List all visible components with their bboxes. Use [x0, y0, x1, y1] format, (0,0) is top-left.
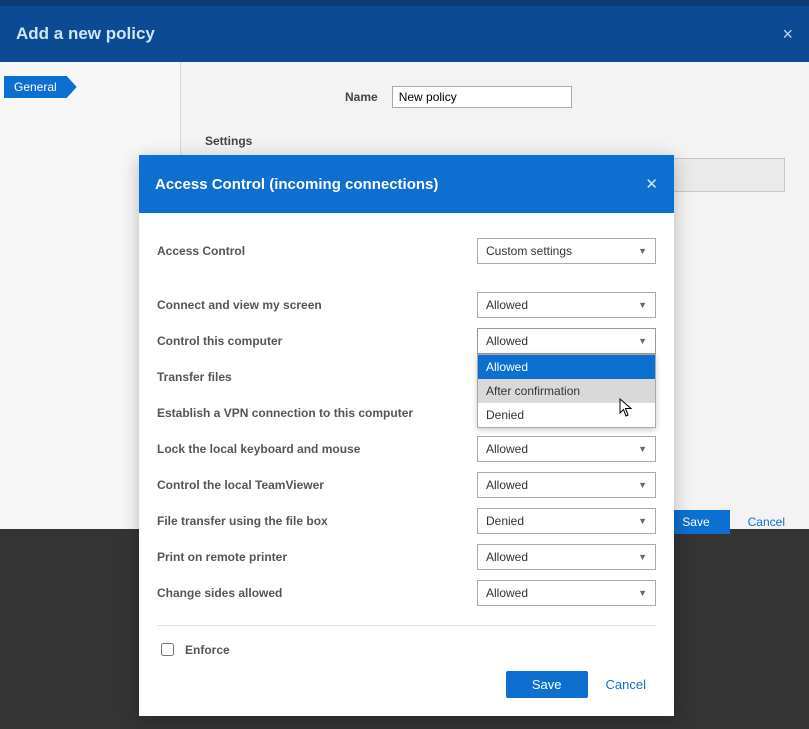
select-value: Custom settings: [486, 244, 572, 258]
modal-cancel-button[interactable]: Cancel: [596, 671, 656, 698]
chevron-down-icon: [638, 336, 647, 346]
chevron-down-icon: [638, 552, 647, 562]
chevron-down-icon: [638, 300, 647, 310]
enforce-label: Enforce: [185, 643, 230, 657]
outer-actions: Save Cancel: [662, 510, 795, 534]
select-control-tv[interactable]: Allowed: [477, 472, 656, 498]
label-print: Print on remote printer: [157, 550, 477, 564]
select-connect-view[interactable]: Allowed: [477, 292, 656, 318]
label-connect-view: Connect and view my screen: [157, 298, 477, 312]
access-control-modal: Access Control (incoming connections) ✕ …: [139, 155, 674, 716]
select-value: Allowed: [486, 550, 528, 564]
modal-title: Access Control (incoming connections): [155, 176, 438, 193]
label-transfer-files: Transfer files: [157, 370, 477, 384]
modal-footer: Save Cancel: [157, 671, 656, 702]
select-value: Allowed: [486, 334, 528, 348]
modal-header: Access Control (incoming connections) ✕: [139, 155, 674, 213]
label-lock-kb: Lock the local keyboard and mouse: [157, 442, 477, 456]
label-control-computer: Control this computer: [157, 334, 477, 348]
modal-close-icon[interactable]: ✕: [645, 175, 658, 193]
row-access-control: Access Control Custom settings: [157, 233, 656, 269]
label-change-sides: Change sides allowed: [157, 586, 477, 600]
modal-body: Access Control Custom settings Connect a…: [139, 213, 674, 716]
select-file-box[interactable]: Denied: [477, 508, 656, 534]
row-file-box: File transfer using the file box Denied: [157, 503, 656, 539]
select-value: Allowed: [486, 298, 528, 312]
row-print: Print on remote printer Allowed: [157, 539, 656, 575]
row-control-computer: Control this computer Allowed Allowed Af…: [157, 323, 656, 359]
row-lock-kb: Lock the local keyboard and mouse Allowe…: [157, 431, 656, 467]
name-label: Name: [345, 90, 378, 104]
tab-general[interactable]: General: [4, 76, 77, 98]
select-change-sides[interactable]: Allowed: [477, 580, 656, 606]
close-icon[interactable]: ×: [782, 24, 793, 45]
row-control-tv: Control the local TeamViewer Allowed: [157, 467, 656, 503]
select-value: Denied: [486, 514, 524, 528]
select-value: Allowed: [486, 478, 528, 492]
select-lock-kb[interactable]: Allowed: [477, 436, 656, 462]
row-change-sides: Change sides allowed Allowed: [157, 575, 656, 611]
dropdown-option-allowed[interactable]: Allowed: [478, 355, 655, 379]
name-row: Name: [345, 86, 785, 108]
row-connect-view: Connect and view my screen Allowed: [157, 287, 656, 323]
select-value: Allowed: [486, 442, 528, 456]
modal-save-button[interactable]: Save: [506, 671, 588, 698]
select-control-computer[interactable]: Allowed Allowed After confirmation Denie…: [477, 328, 656, 354]
enforce-row: Enforce: [157, 636, 656, 671]
label-control-tv: Control the local TeamViewer: [157, 478, 477, 492]
window-header: Add a new policy ×: [0, 6, 809, 62]
select-access-control[interactable]: Custom settings: [477, 238, 656, 264]
chevron-down-icon: [638, 480, 647, 490]
outer-cancel-button[interactable]: Cancel: [738, 510, 795, 534]
dropdown-option-denied[interactable]: Denied: [478, 403, 655, 427]
dropdown-control-computer: Allowed After confirmation Denied: [477, 354, 656, 428]
divider: [157, 625, 656, 626]
enforce-checkbox[interactable]: [161, 643, 174, 656]
window-title: Add a new policy: [16, 24, 155, 44]
settings-heading: Settings: [205, 134, 785, 148]
chevron-down-icon: [638, 246, 647, 256]
policy-name-input[interactable]: [392, 86, 572, 108]
chevron-down-icon: [638, 516, 647, 526]
chevron-down-icon: [638, 444, 647, 454]
select-print[interactable]: Allowed: [477, 544, 656, 570]
label-access-control: Access Control: [157, 244, 477, 258]
dropdown-option-after-confirmation[interactable]: After confirmation: [478, 379, 655, 403]
label-file-box: File transfer using the file box: [157, 514, 477, 528]
label-vpn: Establish a VPN connection to this compu…: [157, 406, 477, 420]
chevron-down-icon: [638, 588, 647, 598]
select-value: Allowed: [486, 586, 528, 600]
